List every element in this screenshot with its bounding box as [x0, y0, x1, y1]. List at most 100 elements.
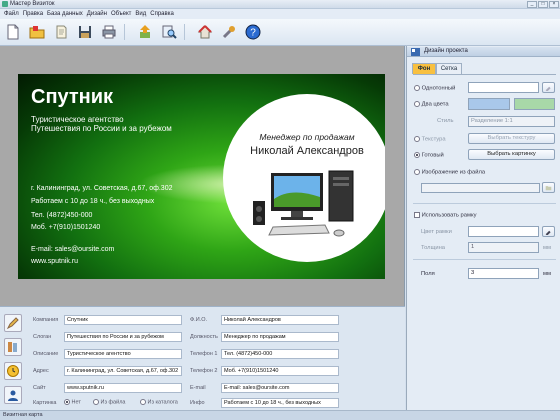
design-panel: Дизайн проекта Фон Сетка Однотонный Два … [406, 46, 560, 410]
choose-texture-button[interactable]: Выбрать текстуру [468, 133, 555, 144]
home-button[interactable] [196, 23, 214, 41]
label-position: Должность [190, 334, 218, 340]
toolbar-separator [184, 24, 185, 40]
pencil-icon [6, 317, 19, 330]
label-description: Описание [33, 351, 59, 357]
tab-grid[interactable]: Сетка [436, 63, 462, 74]
house-icon [197, 25, 213, 39]
menu-database[interactable]: База данных [47, 9, 83, 19]
new-button[interactable] [4, 23, 22, 41]
field-phone1[interactable]: Тел. (4872)450-000 [221, 349, 339, 359]
radio-dot[interactable] [414, 152, 420, 158]
radio-dot[interactable] [93, 399, 99, 405]
eyedropper-button[interactable] [542, 82, 555, 93]
open-button[interactable] [28, 23, 46, 41]
radio-dot[interactable] [414, 101, 420, 107]
menu-view[interactable]: Вид [135, 9, 146, 19]
clock-button[interactable] [4, 362, 22, 380]
contacts-button[interactable] [4, 386, 22, 404]
menu-edit[interactable]: Правка [23, 9, 43, 19]
preview-button[interactable] [160, 23, 178, 41]
menu-file[interactable]: Файл [4, 9, 19, 19]
choose-picture-button[interactable]: Выбрать картинку [468, 149, 555, 160]
card-email: E-mail: sales@oursite.com [31, 246, 115, 253]
books-icon [8, 342, 17, 352]
design-icon [411, 48, 420, 56]
image-path-field[interactable] [421, 183, 540, 193]
field-info[interactable]: Работаем с 10 до 18 ч., без выходных [221, 398, 339, 408]
radio-dot[interactable] [64, 399, 70, 405]
settings-button[interactable] [220, 23, 238, 41]
catalog-button[interactable] [4, 338, 22, 356]
card-preview-area: Спутник Туристическое агентство Путешест… [0, 46, 405, 306]
label-company: Компания [33, 317, 59, 323]
picture-radio-none[interactable]: Нет [64, 399, 81, 405]
toolbar: ? [0, 19, 560, 46]
margins-input[interactable]: 3 [468, 268, 539, 279]
field-description[interactable]: Туристическое агентство [64, 349, 182, 359]
field-address[interactable]: г. Калининград, ул. Советская, д.67, оф.… [64, 366, 182, 376]
help-button[interactable]: ? [244, 23, 262, 41]
business-card[interactable]: Спутник Туристическое агентство Путешест… [18, 74, 385, 279]
frame-eyedropper-button[interactable] [542, 226, 555, 237]
panel-title: Дизайн проекта [424, 48, 468, 54]
field-phone2[interactable]: Моб. +7(910)1501240 [221, 366, 339, 376]
toolbar-separator [124, 24, 125, 40]
menu-object[interactable]: Объект [111, 9, 131, 19]
export-arrow-icon [140, 25, 150, 38]
label-phone1: Телефон 1 [190, 351, 218, 357]
copy-button[interactable] [52, 23, 70, 41]
checkbox-box[interactable] [414, 212, 420, 218]
edit-text-button[interactable] [4, 314, 22, 332]
radio-solid[interactable]: Однотонный [414, 85, 455, 92]
document-icon [56, 25, 67, 39]
field-position[interactable]: Менеджер по продажам [221, 332, 339, 342]
field-email[interactable]: E-mail: sales@oursite.com [221, 383, 339, 393]
picture-radio-file[interactable]: Из файла [93, 399, 125, 405]
frame-color-box[interactable] [468, 226, 539, 237]
style-select[interactable]: Разделение 1:1 [468, 116, 555, 127]
field-fio[interactable]: Николай Александров [221, 315, 339, 325]
browse-button[interactable] [542, 182, 555, 193]
radio-dot[interactable] [414, 85, 420, 91]
field-site[interactable]: www.sputnik.ru [64, 383, 182, 393]
card-slogan-1: Туристическое агентство [31, 115, 124, 124]
folder-icon [29, 26, 45, 39]
close-button[interactable]: × [549, 1, 559, 8]
solid-color-box[interactable] [468, 82, 539, 93]
radio-dot[interactable] [414, 136, 420, 142]
radio-dot[interactable] [414, 169, 420, 175]
margins-label: Поля [421, 271, 435, 277]
thickness-input[interactable]: 1 [468, 242, 539, 253]
menu-design[interactable]: Дизайн [87, 9, 107, 19]
radio-two-colors[interactable]: Два цвета [414, 101, 449, 108]
radio-texture-label: Текстура [421, 136, 446, 143]
radio-solid-label: Однотонный [421, 85, 456, 92]
save-button[interactable] [76, 23, 94, 41]
new-file-icon [7, 24, 19, 40]
section-divider [413, 203, 556, 204]
picture-radio-catalog[interactable]: Из каталога [140, 399, 178, 405]
field-slogan[interactable]: Путешествия по России и за рубежом [64, 332, 182, 342]
maximize-button[interactable]: □ [538, 1, 548, 8]
use-frame-checkbox[interactable]: Использовать рамку [414, 212, 476, 219]
field-company[interactable]: Спутник [64, 315, 182, 325]
eyedropper-icon [545, 86, 551, 92]
panel-header: Дизайн проекта [407, 47, 560, 57]
minimize-button[interactable]: _ [527, 1, 537, 8]
color-1-box[interactable] [468, 98, 510, 110]
export-button[interactable] [136, 23, 154, 41]
card-name: Николай Александров [250, 145, 364, 157]
section-divider [413, 259, 556, 260]
menu-help[interactable]: Справка [150, 9, 174, 19]
radio-image-file[interactable]: Изображение из файла [414, 169, 485, 176]
tab-background[interactable]: Фон [412, 63, 436, 74]
radio-ready[interactable]: Готовый [414, 152, 444, 159]
tools-icon [222, 26, 235, 39]
menu-bar: Файл Правка База данных Дизайн Объект Вид Спра… [0, 9, 560, 19]
radio-dot[interactable] [140, 399, 146, 405]
card-phone2: Моб. +7(910)1501240 [31, 224, 101, 231]
print-button[interactable] [100, 23, 118, 41]
radio-texture[interactable]: Текстура [414, 136, 446, 143]
color-2-box[interactable] [514, 98, 555, 110]
